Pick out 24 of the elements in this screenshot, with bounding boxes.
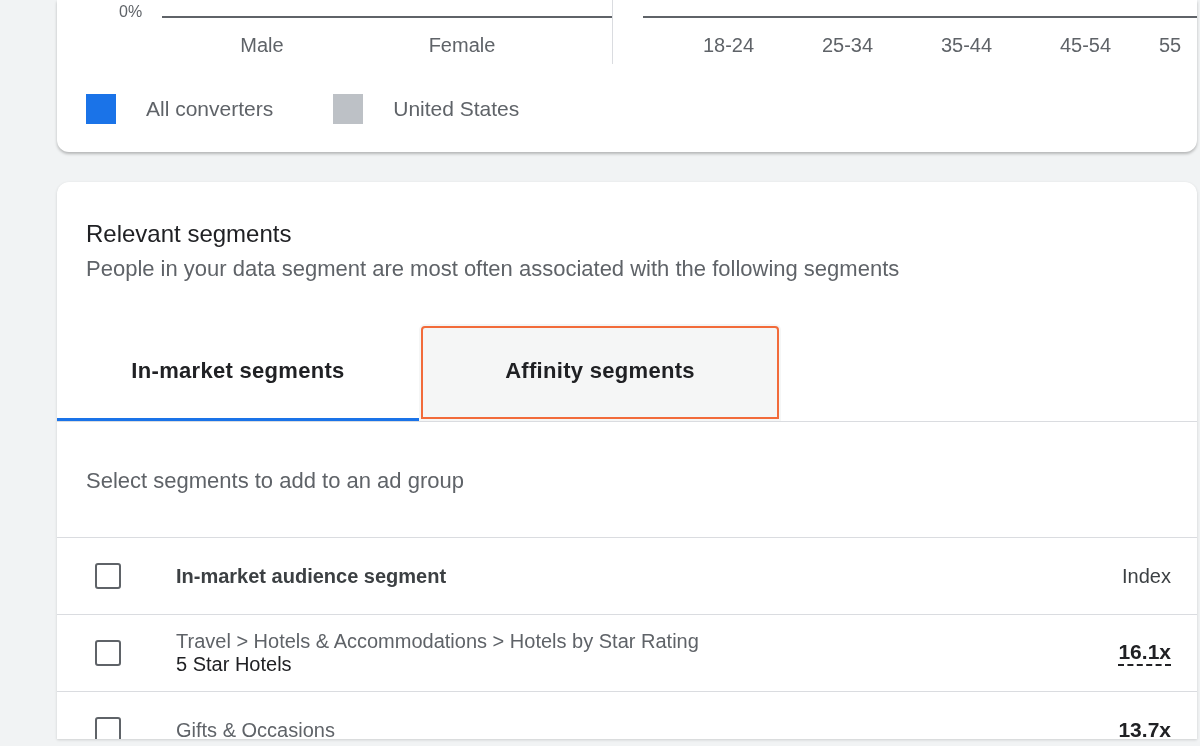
axis-label: 25-34 [820, 34, 875, 57]
segment-path: Travel > Hotels & Accommodations > Hotels by Star Rating [176, 630, 700, 653]
axis-label: Female [427, 34, 497, 57]
segment-name: 5 Star Hotels [176, 653, 293, 676]
column-header: Index [1122, 564, 1171, 588]
section-title: Relevant segments [85, 219, 293, 248]
checkbox[interactable] [95, 563, 121, 589]
axis-label: Male [239, 34, 285, 57]
axis-label: 35-44 [939, 34, 994, 57]
index-value: 13.7x [1118, 718, 1171, 739]
checkbox[interactable] [95, 640, 121, 666]
legend-label: United States [393, 97, 520, 121]
section-subtitle: People in your data segment are most often associated with the following segments [85, 255, 901, 282]
column-header: In-market audience segment [176, 564, 448, 588]
legend-label: All converters [146, 97, 274, 121]
axis-label: 45-54 [1058, 34, 1113, 57]
axis-label: 55 [1159, 34, 1182, 57]
checkbox[interactable] [95, 717, 121, 739]
instruction-text: Select segments to add to an ad group [57, 422, 1197, 538]
axis-label: 18-24 [701, 34, 756, 57]
tab[interactable]: Affinity segments [419, 324, 781, 421]
index-value: 16.1x [1118, 640, 1171, 666]
axis-tick-label: 0% [119, 4, 143, 20]
segment-path: Gifts & Occasions [176, 718, 336, 739]
